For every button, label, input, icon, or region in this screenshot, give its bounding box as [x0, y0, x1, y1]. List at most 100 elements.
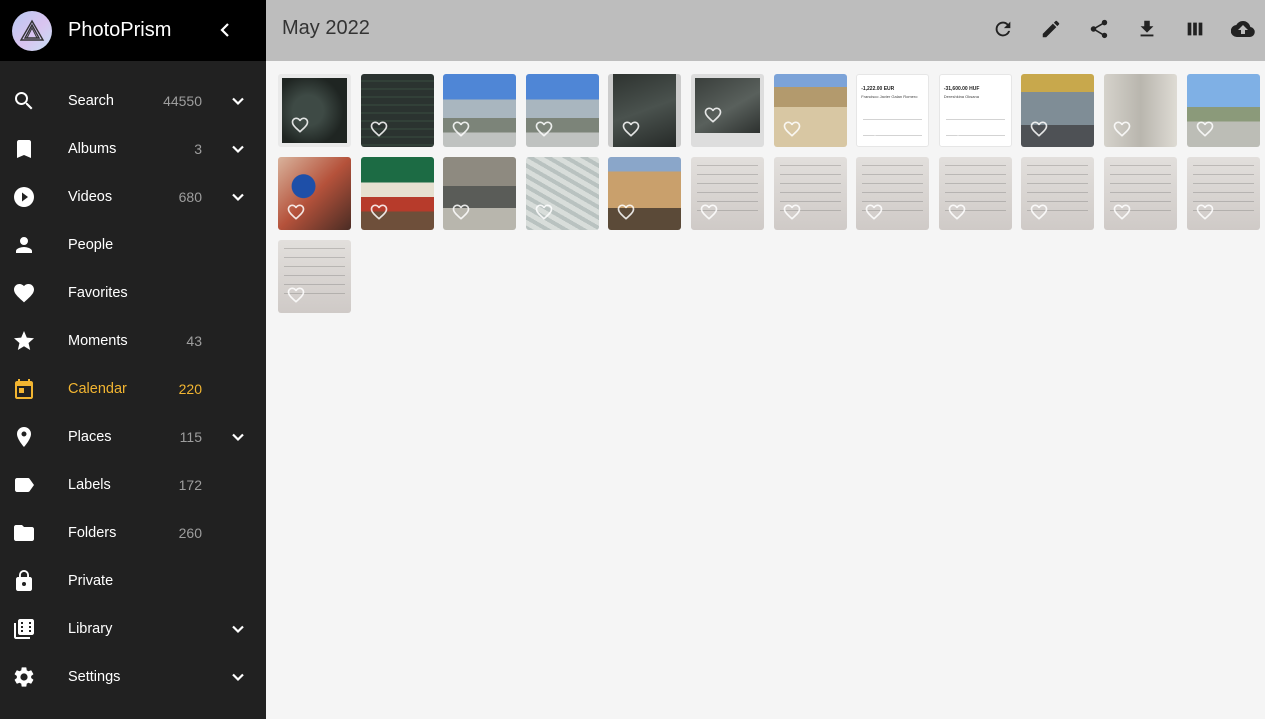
place-icon	[12, 425, 36, 449]
sidebar: PhotoPrism Search 44550 Albums 3 Videos 680 Pe…	[0, 0, 266, 719]
favorite-heart-icon[interactable]	[782, 119, 802, 139]
sidebar-item-folders[interactable]: Folders 260	[0, 509, 266, 557]
photo-thumbnail[interactable]	[1021, 157, 1095, 230]
photoprism-logo-icon[interactable]	[12, 10, 52, 51]
photo-thumbnail[interactable]	[443, 74, 517, 147]
favorite-heart-icon[interactable]	[1029, 119, 1049, 139]
sidebar-item-label: Calendar	[68, 381, 127, 397]
favorite-heart-icon[interactable]	[369, 202, 389, 222]
chevron-down-icon[interactable]	[226, 425, 250, 449]
photo-thumbnail[interactable]	[938, 157, 1012, 230]
sidebar-item-count: 220	[178, 381, 202, 397]
sidebar-item-labels[interactable]: Labels 172	[0, 461, 266, 509]
favorite-heart-icon[interactable]	[534, 119, 554, 139]
photo-thumbnail[interactable]	[1104, 157, 1177, 230]
sidebar-item-calendar[interactable]: Calendar 220	[0, 365, 266, 413]
lock-icon	[12, 569, 36, 593]
photo-thumbnail[interactable]	[608, 157, 682, 230]
receipt-recipient: Dereshkina Oksana	[943, 94, 979, 99]
favorite-heart-icon[interactable]	[1112, 119, 1132, 139]
favorite-heart-icon[interactable]	[1029, 202, 1049, 222]
photo-thumbnail[interactable]	[360, 157, 434, 230]
favorite-heart-icon[interactable]	[782, 202, 802, 222]
sidebar-item-label: People	[68, 237, 114, 253]
favorite-heart-icon[interactable]	[451, 202, 471, 222]
favorite-heart-icon[interactable]	[286, 285, 306, 305]
sidebar-item-albums[interactable]: Albums 3	[0, 125, 266, 173]
upload-icon	[1231, 21, 1255, 38]
gear-icon	[12, 665, 36, 689]
sidebar-item-label: Private	[68, 573, 114, 589]
photo-thumbnail[interactable]	[1021, 74, 1095, 147]
sidebar-nav: Search 44550 Albums 3 Videos 680 People Favorit…	[0, 61, 266, 701]
collapse-sidebar-button[interactable]	[214, 15, 238, 45]
photo-thumbnail[interactable]	[278, 74, 351, 147]
favorite-heart-icon[interactable]	[865, 118, 885, 138]
sidebar-item-library[interactable]: Library	[0, 605, 266, 653]
chevron-left-icon	[220, 23, 229, 37]
sidebar-item-label: Library	[68, 621, 113, 637]
sidebar-item-moments[interactable]: Moments 43	[0, 317, 266, 365]
chevron-down-icon[interactable]	[226, 185, 250, 209]
photo-thumbnail[interactable]	[691, 157, 764, 230]
sidebar-item-settings[interactable]: Settings	[0, 653, 266, 701]
photo-thumbnail[interactable]	[278, 157, 351, 230]
app-name: PhotoPrism	[68, 19, 172, 41]
sidebar-item-private[interactable]: Private	[0, 557, 266, 605]
share-button[interactable]	[1087, 17, 1111, 41]
download-button[interactable]	[1135, 17, 1159, 41]
chevron-down-icon[interactable]	[226, 617, 250, 641]
photo-thumbnail[interactable]	[525, 74, 599, 147]
favorite-heart-icon[interactable]	[1195, 119, 1215, 139]
photo-thumbnail[interactable]	[1186, 74, 1260, 147]
favorite-heart-icon[interactable]	[290, 115, 310, 135]
favorite-heart-icon[interactable]	[616, 202, 636, 222]
favorite-heart-icon[interactable]	[1195, 202, 1215, 222]
favorite-heart-icon[interactable]	[947, 202, 967, 222]
page-title: May 2022	[282, 17, 370, 39]
favorite-heart-icon[interactable]	[948, 118, 968, 138]
play-circle-icon	[12, 185, 36, 209]
photo-thumbnail[interactable]: -1,222.00 EUR Francisco Javier Galan Rome…	[856, 74, 930, 147]
photo-thumbnail[interactable]	[525, 157, 599, 230]
share-icon	[1090, 19, 1108, 39]
photo-thumbnail[interactable]	[773, 157, 847, 230]
sidebar-item-count: 3	[194, 141, 202, 157]
sidebar-item-videos[interactable]: Videos 680	[0, 173, 266, 221]
photo-thumbnail[interactable]	[278, 240, 351, 313]
photo-thumbnail[interactable]	[691, 74, 764, 147]
photo-thumbnail[interactable]	[856, 157, 930, 230]
sidebar-item-places[interactable]: Places 115	[0, 413, 266, 461]
favorite-heart-icon[interactable]	[621, 119, 641, 139]
favorite-heart-icon[interactable]	[703, 105, 723, 125]
chevron-down-icon[interactable]	[226, 137, 250, 161]
sidebar-item-search[interactable]: Search 44550	[0, 77, 266, 125]
photo-thumbnail[interactable]	[1186, 157, 1260, 230]
photo-thumbnail[interactable]	[1104, 74, 1177, 147]
label-icon	[12, 473, 36, 497]
sidebar-item-count: 44550	[163, 93, 202, 109]
photo-thumbnail[interactable]	[443, 157, 517, 230]
bookmark-icon	[12, 137, 36, 161]
edit-icon	[1042, 20, 1060, 38]
favorite-heart-icon[interactable]	[699, 202, 719, 222]
favorite-heart-icon[interactable]	[864, 202, 884, 222]
sidebar-item-count: 260	[178, 525, 202, 541]
upload-button[interactable]	[1231, 17, 1255, 41]
favorite-heart-icon[interactable]	[1112, 202, 1132, 222]
photo-thumbnail[interactable]	[360, 74, 434, 147]
favorite-heart-icon[interactable]	[286, 202, 306, 222]
favorite-heart-icon[interactable]	[369, 119, 389, 139]
photo-thumbnail[interactable]	[608, 74, 682, 147]
photo-thumbnail[interactable]: -31,600.00 HUF Dereshkina Oksana	[938, 74, 1012, 147]
sidebar-item-favorites[interactable]: Favorites	[0, 269, 266, 317]
photo-thumbnail[interactable]	[773, 74, 847, 147]
view-columns-button[interactable]	[1183, 17, 1207, 41]
refresh-button[interactable]	[991, 17, 1015, 41]
sidebar-item-people[interactable]: People	[0, 221, 266, 269]
chevron-down-icon[interactable]	[226, 89, 250, 113]
chevron-down-icon[interactable]	[226, 665, 250, 689]
edit-button[interactable]	[1039, 17, 1063, 41]
favorite-heart-icon[interactable]	[534, 202, 554, 222]
favorite-heart-icon[interactable]	[451, 119, 471, 139]
